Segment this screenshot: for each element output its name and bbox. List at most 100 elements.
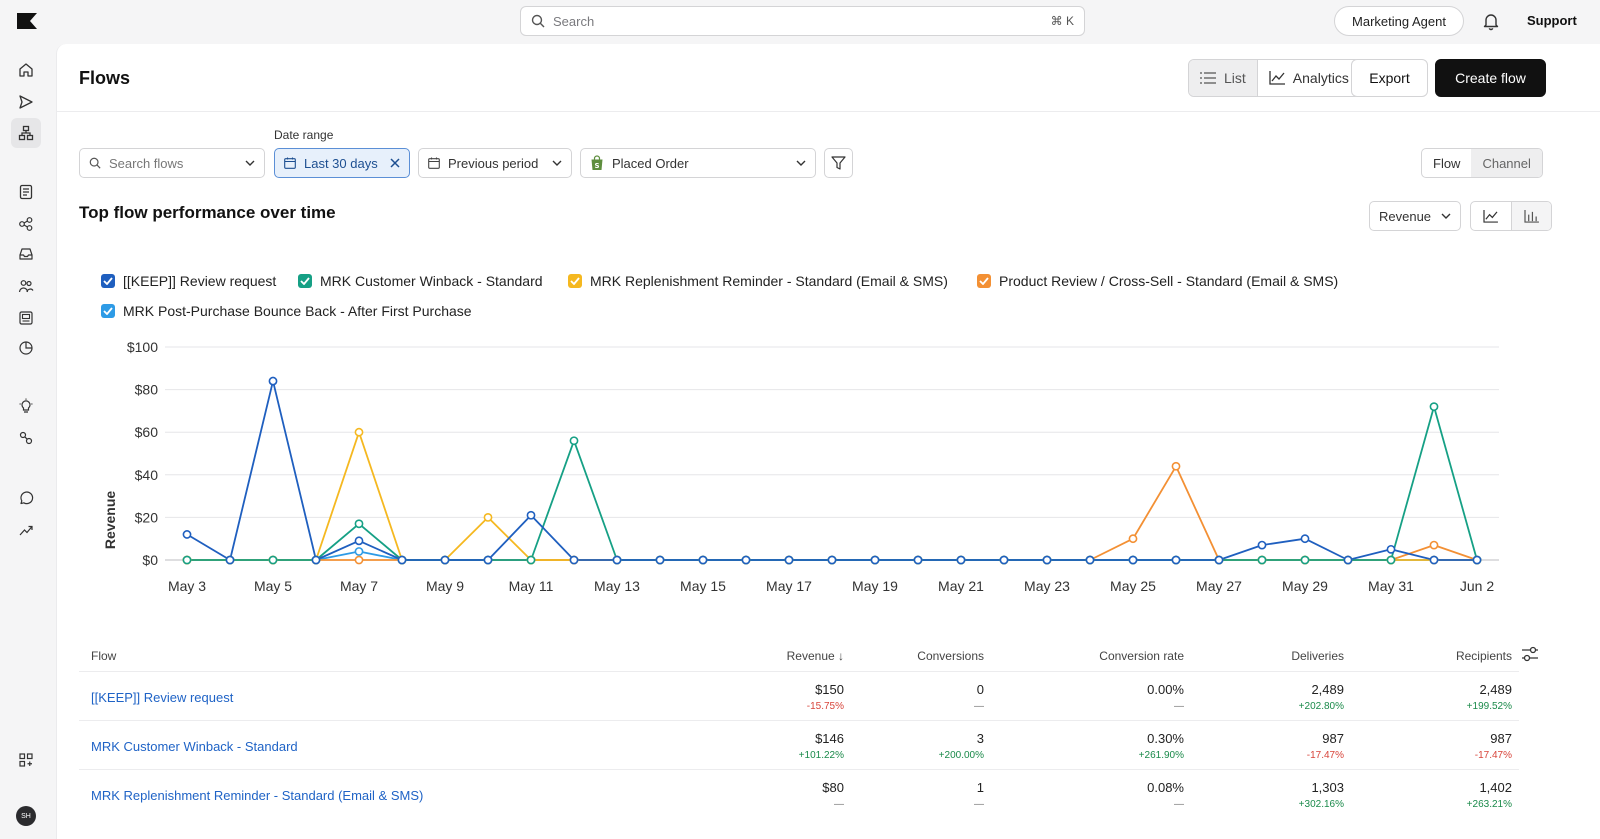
data-point[interactable]	[1343, 555, 1353, 565]
marketing-agent-button[interactable]: Marketing Agent	[1334, 6, 1464, 36]
line-chart-button[interactable]	[1471, 202, 1511, 230]
integrations-icon[interactable]	[16, 428, 36, 448]
data-point[interactable]	[268, 376, 278, 386]
close-icon[interactable]	[390, 158, 400, 168]
col-recipients[interactable]: Recipients	[1374, 649, 1512, 663]
legend-item[interactable]: Product Review / Cross-Sell - Standard (…	[977, 273, 1338, 289]
send-icon[interactable]	[16, 92, 36, 112]
flows-icon[interactable]	[11, 118, 41, 148]
table-row[interactable]: MRK Replenishment Reminder - Standard (E…	[79, 769, 1519, 818]
data-point[interactable]	[225, 555, 235, 565]
group-by-flow-button[interactable]: Flow	[1422, 149, 1471, 177]
data-point[interactable]	[526, 555, 536, 565]
data-point[interactable]	[569, 436, 579, 446]
list-icon[interactable]	[16, 182, 36, 202]
data-point[interactable]	[569, 555, 579, 565]
support-link[interactable]: Support	[1527, 13, 1577, 28]
checkbox-checked-icon[interactable]	[977, 274, 991, 288]
data-point[interactable]	[698, 555, 708, 565]
bar-chart-button[interactable]	[1510, 202, 1551, 230]
flow-name-link[interactable]: MRK Customer Winback - Standard	[91, 739, 298, 754]
conversion-metric-select[interactable]: S Placed Order	[580, 148, 816, 178]
analytics-icon[interactable]	[16, 338, 36, 358]
data-point[interactable]	[741, 555, 751, 565]
data-point[interactable]	[1429, 555, 1439, 565]
data-point[interactable]	[1429, 540, 1439, 550]
col-deliveries[interactable]: Deliveries	[1204, 649, 1344, 663]
col-conversion-rate[interactable]: Conversion rate	[1034, 649, 1184, 663]
view-analytics-button[interactable]: Analytics	[1257, 60, 1360, 96]
comparison-select[interactable]: Previous period	[418, 148, 572, 178]
legend-item[interactable]: MRK Customer Winback - Standard	[298, 273, 543, 289]
flow-name-link[interactable]: [[KEEP]] Review request	[91, 690, 233, 705]
data-point[interactable]	[1171, 555, 1181, 565]
checkbox-checked-icon[interactable]	[568, 274, 582, 288]
data-point[interactable]	[182, 530, 192, 539]
data-point[interactable]	[1128, 534, 1138, 544]
data-point[interactable]	[354, 547, 364, 556]
data-point[interactable]	[354, 555, 364, 565]
audience-icon[interactable]	[16, 276, 36, 296]
table-row[interactable]: MRK Customer Winback - Standard $146 +101.…	[79, 720, 1519, 769]
data-point[interactable]	[354, 519, 364, 529]
bell-icon[interactable]	[1481, 11, 1501, 31]
col-flow[interactable]: Flow	[91, 649, 116, 663]
view-list-button[interactable]: List	[1189, 60, 1258, 96]
data-point[interactable]	[913, 555, 923, 565]
data-point[interactable]	[1300, 555, 1310, 565]
chart-metric-select[interactable]: Revenue	[1369, 201, 1461, 231]
date-range-select[interactable]: Last 30 days	[274, 148, 410, 178]
data-point[interactable]	[1429, 402, 1439, 412]
col-revenue[interactable]: Revenue ↓	[734, 649, 844, 663]
flow-name-link[interactable]: MRK Replenishment Reminder - Standard (E…	[91, 788, 423, 803]
segments-icon[interactable]	[16, 214, 36, 234]
data-point[interactable]	[1171, 461, 1181, 471]
checkbox-checked-icon[interactable]	[101, 274, 115, 288]
data-point[interactable]	[956, 555, 966, 565]
group-by-channel-button[interactable]: Channel	[1471, 149, 1542, 177]
data-point[interactable]	[1257, 555, 1267, 565]
data-point[interactable]	[1085, 555, 1095, 565]
data-point[interactable]	[870, 555, 880, 565]
export-button[interactable]: Export	[1351, 59, 1428, 97]
col-conversions[interactable]: Conversions	[854, 649, 984, 663]
data-point[interactable]	[1300, 534, 1310, 544]
whatsapp-icon[interactable]	[16, 488, 36, 508]
home-icon[interactable]	[16, 60, 36, 80]
search-flows-input[interactable]: Search flows	[79, 148, 265, 178]
legend-item[interactable]: MRK Post-Purchase Bounce Back - After Fi…	[101, 303, 472, 319]
data-point[interactable]	[1472, 555, 1482, 565]
data-point[interactable]	[354, 536, 364, 546]
data-point[interactable]	[268, 555, 278, 565]
data-point[interactable]	[483, 555, 493, 565]
legend-item[interactable]: [[KEEP]] Review request	[101, 273, 276, 289]
trend-icon[interactable]	[16, 520, 36, 540]
global-search-input[interactable]: Search ⌘ K	[520, 6, 1085, 36]
data-point[interactable]	[612, 555, 622, 565]
forms-icon[interactable]	[16, 308, 36, 328]
avatar[interactable]: SH	[16, 806, 36, 826]
data-point[interactable]	[397, 555, 407, 565]
data-point[interactable]	[526, 510, 536, 520]
table-row[interactable]: [[KEEP]] Review request $150 -15.75% 0—0.00…	[79, 671, 1519, 720]
data-point[interactable]	[354, 427, 364, 437]
data-point[interactable]	[182, 555, 192, 565]
data-point[interactable]	[1214, 555, 1224, 565]
legend-item[interactable]: MRK Replenishment Reminder - Standard (E…	[568, 273, 948, 289]
data-point[interactable]	[440, 555, 450, 565]
brand-logo-icon[interactable]	[17, 13, 37, 29]
data-point[interactable]	[999, 555, 1009, 565]
filter-button[interactable]	[824, 148, 853, 178]
data-point[interactable]	[1386, 555, 1396, 565]
checkbox-checked-icon[interactable]	[298, 274, 312, 288]
inbox-icon[interactable]	[16, 244, 36, 264]
data-point[interactable]	[1042, 555, 1052, 565]
checkbox-checked-icon[interactable]	[101, 304, 115, 318]
ideas-icon[interactable]	[16, 396, 36, 416]
create-flow-button[interactable]: Create flow	[1435, 59, 1546, 97]
data-point[interactable]	[1386, 544, 1396, 554]
column-settings-icon[interactable]	[1521, 646, 1539, 662]
apps-icon[interactable]	[16, 750, 36, 770]
data-point[interactable]	[827, 555, 837, 565]
data-point[interactable]	[655, 555, 665, 565]
